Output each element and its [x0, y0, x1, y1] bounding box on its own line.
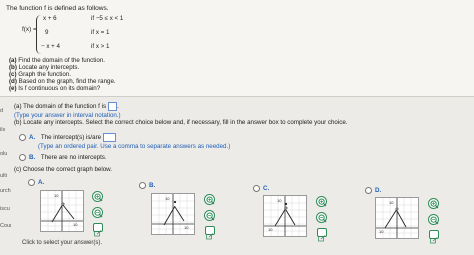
intercepts-answer-input[interactable]	[103, 133, 117, 142]
option-a-radio[interactable]	[19, 134, 26, 141]
popout-icon	[430, 237, 438, 244]
answer-b-prompt: (b) Locate any intercepts. Select the co…	[14, 119, 348, 126]
graph-d-popout-button[interactable]	[429, 230, 439, 244]
side-tab-6[interactable]: iscu	[0, 206, 11, 215]
graph-a-radio[interactable]	[28, 179, 35, 186]
question-d: (d) Based on the graph, find the range.	[9, 78, 116, 85]
side-tab-7[interactable]: Cour	[0, 223, 11, 232]
option-a-row[interactable]: A. The intercept(s) is/are	[19, 133, 117, 142]
graph-b-x-tick: 10	[184, 225, 189, 230]
popout-icon	[206, 233, 214, 240]
graph-c-popout-button[interactable]	[317, 228, 327, 242]
graph-d-x-tick: 10	[379, 229, 384, 234]
graph-c-radio[interactable]	[253, 185, 260, 192]
side-tab-4[interactable]: ulti	[0, 173, 11, 182]
side-tab-1[interactable]: d	[0, 108, 11, 117]
graph-d-zoom-out-button[interactable]	[428, 214, 439, 225]
question-b: (b) Locate any intercepts.	[9, 64, 80, 71]
graph-c-zoom-in-button[interactable]	[316, 196, 327, 207]
zoom-in-icon	[318, 198, 327, 207]
zoom-in-icon	[430, 200, 439, 209]
graph-choice-d-label[interactable]: D.	[365, 187, 381, 194]
side-tab-3[interactable]: olu	[0, 151, 11, 160]
graph-b-zoom-out-button[interactable]	[204, 210, 215, 221]
zoom-out-icon	[94, 209, 103, 218]
option-a-hint: (Type an ordered pair. Use a comma to se…	[38, 143, 231, 150]
case-1-expr: x + 6	[43, 15, 57, 22]
zoom-out-icon	[430, 216, 439, 225]
popout-icon	[94, 230, 102, 237]
graph-b-zoom-in-button[interactable]	[204, 194, 215, 205]
graph-c-y-tick: 10	[277, 198, 282, 203]
case-2-expr: 9	[45, 29, 49, 36]
case-3-expr: − x + 4	[41, 43, 60, 50]
graph-d-radio[interactable]	[365, 187, 372, 194]
side-tab-5[interactable]: urch	[0, 188, 11, 197]
graph-a-popout-button[interactable]	[93, 223, 103, 237]
zoom-in-icon	[206, 196, 215, 205]
question-c: (c) Graph the function.	[9, 71, 71, 78]
graph-a-x-tick: 10	[73, 222, 78, 227]
case-3-cond: if x > 1	[91, 43, 110, 50]
graph-c[interactable]: 10 10	[263, 195, 307, 237]
answer-a: (a) The domain of the function f is.	[14, 102, 119, 111]
graph-c-x-tick: 10	[268, 227, 273, 232]
graph-choice-b-label[interactable]: B.	[139, 182, 155, 189]
popout-icon	[318, 235, 326, 242]
case-1-cond: if −5 ≤ x < 1	[91, 15, 124, 22]
graph-choice-a-label[interactable]: A.	[28, 179, 44, 186]
answer-c-prompt: (c) Choose the correct graph below.	[14, 166, 113, 173]
graph-b[interactable]: 10 10	[151, 193, 195, 235]
question-e: (e) Is f continuous on its domain?	[9, 85, 101, 92]
graph-a[interactable]: 10 10	[40, 190, 84, 232]
graph-c-zoom-out-button[interactable]	[316, 212, 327, 223]
graph-a-zoom-out-button[interactable]	[92, 207, 103, 218]
graph-d-zoom-in-button[interactable]	[428, 198, 439, 209]
option-b-row[interactable]: B. There are no intercepts.	[19, 154, 107, 161]
graph-a-y-tick: 10	[54, 193, 59, 198]
answer-a-hint: (Type your answer in interval notation.)	[14, 112, 121, 119]
question-a: (a) Find the domain of the function.	[9, 57, 105, 64]
problem-intro: The function f is defined as follows.	[6, 5, 109, 12]
graph-a-zoom-in-button[interactable]	[92, 191, 103, 202]
zoom-in-icon	[94, 193, 103, 202]
problem-panel: The function f is defined as follows. f(…	[0, 0, 474, 97]
zoom-out-icon	[318, 214, 327, 223]
graph-b-y-tick: 10	[165, 196, 170, 201]
graph-choice-c-label[interactable]: C.	[253, 185, 269, 192]
option-b-radio[interactable]	[19, 154, 26, 161]
graph-b-popout-button[interactable]	[205, 226, 215, 240]
graph-b-radio[interactable]	[139, 182, 146, 189]
side-tab-2[interactable]: ils	[0, 127, 11, 136]
zoom-out-icon	[206, 212, 215, 221]
case-2-cond: if x = 1	[91, 29, 110, 36]
fx-label: f(x) =	[22, 26, 37, 33]
graph-d[interactable]: 10 10	[375, 197, 419, 239]
domain-answer-input[interactable]	[108, 102, 118, 111]
graph-d-y-tick: 10	[389, 200, 394, 205]
footer-instruction: Click to select your answer(s).	[22, 240, 103, 246]
